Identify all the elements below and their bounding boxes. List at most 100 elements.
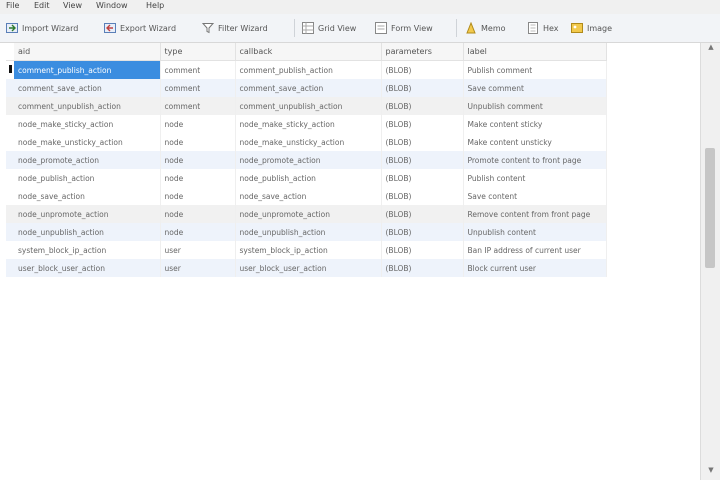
table-row[interactable]: node_publish_action node node_publish_acti…	[6, 169, 607, 187]
cell-type[interactable]: comment	[160, 97, 236, 115]
row-indicator	[6, 187, 14, 205]
cell-callback[interactable]: comment_unpublish_action	[235, 97, 382, 115]
cell-label[interactable]: Ban IP address of current user	[463, 241, 607, 259]
cell-type[interactable]: node	[160, 187, 236, 205]
cell-label[interactable]: Block current user	[463, 259, 607, 277]
export-wizard-button[interactable]: Export Wizard	[104, 20, 176, 36]
cell-aid[interactable]: node_save_action	[14, 187, 161, 205]
cell-type[interactable]: comment	[160, 79, 236, 97]
column-header-label[interactable]: label	[463, 43, 607, 61]
cell-label[interactable]: Make content sticky	[463, 115, 607, 133]
cell-parameters[interactable]: (BLOB)	[381, 205, 464, 223]
row-indicator	[6, 133, 14, 151]
menu-edit[interactable]: Edit	[34, 1, 50, 10]
cell-label[interactable]: Publish content	[463, 169, 607, 187]
filter-wizard-button[interactable]: Filter Wizard	[201, 20, 268, 36]
table-row[interactable]: comment_unpublish_action comment comment_u…	[6, 97, 607, 115]
cell-aid[interactable]: node_unpublish_action	[14, 223, 161, 241]
scroll-up-arrow-icon[interactable]: ▲	[701, 43, 720, 57]
cell-label[interactable]: Save comment	[463, 79, 607, 97]
cell-label[interactable]: Unpublish comment	[463, 97, 607, 115]
menu-view[interactable]: View	[63, 1, 82, 10]
cell-callback[interactable]: system_block_ip_action	[235, 241, 382, 259]
hex-button[interactable]: Hex	[527, 20, 559, 36]
cell-callback[interactable]: node_publish_action	[235, 169, 382, 187]
cell-parameters[interactable]: (BLOB)	[381, 79, 464, 97]
table-row[interactable]: system_block_ip_action user system_block_i…	[6, 241, 607, 259]
cell-parameters[interactable]: (BLOB)	[381, 115, 464, 133]
cell-label[interactable]: Make content unsticky	[463, 133, 607, 151]
column-header-type[interactable]: type	[160, 43, 236, 61]
cell-label[interactable]: Publish comment	[463, 60, 607, 79]
cell-label[interactable]: Unpublish content	[463, 223, 607, 241]
menu-file[interactable]: File	[6, 1, 19, 10]
cell-callback[interactable]: node_make_unsticky_action	[235, 133, 382, 151]
cell-type[interactable]: node	[160, 133, 236, 151]
cell-parameters[interactable]: (BLOB)	[381, 151, 464, 169]
cell-type[interactable]: user	[160, 241, 236, 259]
table-row[interactable]: comment_save_action comment comment_save_a…	[6, 79, 607, 97]
cell-type[interactable]: comment	[160, 60, 236, 79]
column-header-aid[interactable]: aid	[14, 43, 161, 61]
cell-type[interactable]: node	[160, 115, 236, 133]
table-row[interactable]: node_make_sticky_action node node_make_sti…	[6, 115, 607, 133]
cell-type[interactable]: user	[160, 259, 236, 277]
cell-aid[interactable]: node_make_sticky_action	[14, 115, 161, 133]
cell-aid[interactable]: node_promote_action	[14, 151, 161, 169]
cell-parameters[interactable]: (BLOB)	[381, 259, 464, 277]
cell-parameters[interactable]: (BLOB)	[381, 60, 464, 79]
cell-parameters[interactable]: (BLOB)	[381, 97, 464, 115]
cell-callback[interactable]: node_unpromote_action	[235, 205, 382, 223]
cell-callback[interactable]: comment_save_action	[235, 79, 382, 97]
cell-label[interactable]: Promote content to front page	[463, 151, 607, 169]
table-row[interactable]: node_unpromote_action node node_unpromote_…	[6, 205, 607, 223]
menu-help[interactable]: Help	[146, 1, 164, 10]
cell-aid[interactable]: node_unpromote_action	[14, 205, 161, 223]
table-row[interactable]: user_block_user_action user user_block_use…	[6, 259, 607, 277]
form-view-button[interactable]: Form View	[375, 20, 433, 36]
cell-callback[interactable]: node_make_sticky_action	[235, 115, 382, 133]
memo-button[interactable]: Memo	[465, 20, 506, 36]
cell-type[interactable]: node	[160, 151, 236, 169]
cell-callback[interactable]: node_unpublish_action	[235, 223, 382, 241]
table-row[interactable]: node_save_action node node_save_action (BLO…	[6, 187, 607, 205]
table-row[interactable]: node_unpublish_action node node_unpublish_…	[6, 223, 607, 241]
cell-aid[interactable]: node_publish_action	[14, 169, 161, 187]
cell-callback[interactable]: comment_publish_action	[235, 60, 382, 79]
table-row[interactable]: node_make_unsticky_action node node_make_u…	[6, 133, 607, 151]
current-row-marker-icon	[9, 65, 12, 73]
row-indicator	[6, 259, 14, 277]
cell-aid[interactable]: system_block_ip_action	[14, 241, 161, 259]
cell-parameters[interactable]: (BLOB)	[381, 187, 464, 205]
data-grid[interactable]: aid type callback parameters label comme…	[0, 43, 700, 480]
table-row[interactable]: node_promote_action node node_promote_acti…	[6, 151, 607, 169]
image-button[interactable]: Image	[571, 20, 612, 36]
cell-aid[interactable]: user_block_user_action	[14, 259, 161, 277]
cell-callback[interactable]: node_promote_action	[235, 151, 382, 169]
cell-aid[interactable]: comment_save_action	[14, 79, 161, 97]
vertical-scrollbar[interactable]: ▲ ▼	[700, 43, 720, 480]
cell-parameters[interactable]: (BLOB)	[381, 133, 464, 151]
cell-aid[interactable]: comment_publish_action	[14, 60, 161, 79]
cell-callback[interactable]: user_block_user_action	[235, 259, 382, 277]
import-wizard-icon	[6, 22, 19, 34]
column-header-parameters[interactable]: parameters	[381, 43, 464, 61]
scroll-thumb[interactable]	[705, 148, 715, 268]
cell-label[interactable]: Remove content from front page	[463, 205, 607, 223]
cell-callback[interactable]: node_save_action	[235, 187, 382, 205]
cell-label[interactable]: Save content	[463, 187, 607, 205]
column-header-callback[interactable]: callback	[235, 43, 382, 61]
menu-window[interactable]: Window	[96, 1, 128, 10]
cell-type[interactable]: node	[160, 169, 236, 187]
table-row[interactable]: comment_publish_action comment comment_pub…	[6, 60, 607, 79]
grid-view-button[interactable]: Grid View	[302, 20, 356, 36]
cell-parameters[interactable]: (BLOB)	[381, 241, 464, 259]
cell-aid[interactable]: node_make_unsticky_action	[14, 133, 161, 151]
import-wizard-button[interactable]: Import Wizard	[6, 20, 78, 36]
cell-type[interactable]: node	[160, 205, 236, 223]
cell-aid[interactable]: comment_unpublish_action	[14, 97, 161, 115]
cell-parameters[interactable]: (BLOB)	[381, 223, 464, 241]
scroll-down-arrow-icon[interactable]: ▼	[701, 466, 720, 480]
cell-type[interactable]: node	[160, 223, 236, 241]
cell-parameters[interactable]: (BLOB)	[381, 169, 464, 187]
